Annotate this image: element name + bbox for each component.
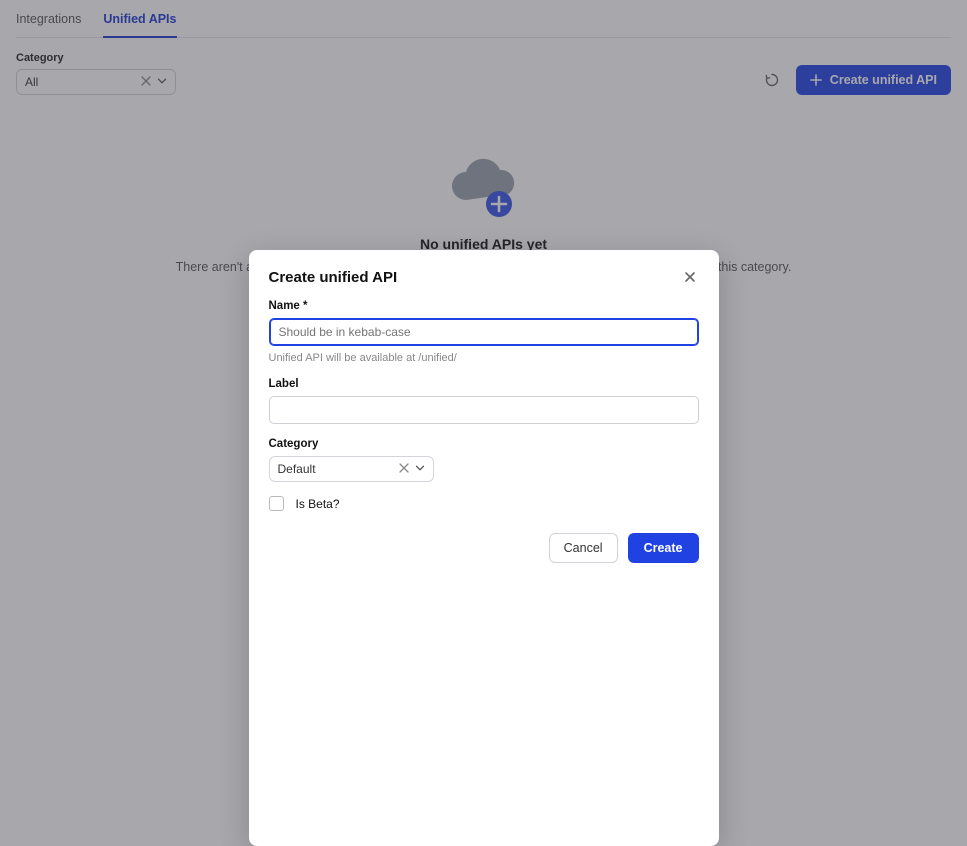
chevron-down-icon[interactable] [415, 462, 425, 476]
modal-category-label: Category [269, 438, 699, 450]
clear-icon[interactable] [399, 462, 409, 476]
create-unified-api-modal: Create unified API Name * Unified API wi… [249, 250, 719, 846]
label-input[interactable] [269, 396, 699, 424]
cancel-button[interactable]: Cancel [549, 533, 618, 563]
is-beta-label: Is Beta? [296, 497, 340, 511]
modal-overlay: Create unified API Name * Unified API wi… [0, 0, 967, 846]
modal-close-button[interactable] [681, 268, 699, 286]
modal-title: Create unified API [269, 269, 398, 286]
create-button[interactable]: Create [628, 533, 699, 563]
name-hint: Unified API will be available at /unifie… [269, 352, 699, 364]
is-beta-checkbox[interactable] [269, 496, 284, 511]
name-input[interactable] [269, 318, 699, 346]
close-icon [684, 271, 696, 283]
name-field-label: Name * [269, 300, 699, 312]
label-field-label: Label [269, 378, 699, 390]
modal-category-value: Default [278, 462, 393, 476]
modal-category-select[interactable]: Default [269, 456, 434, 482]
